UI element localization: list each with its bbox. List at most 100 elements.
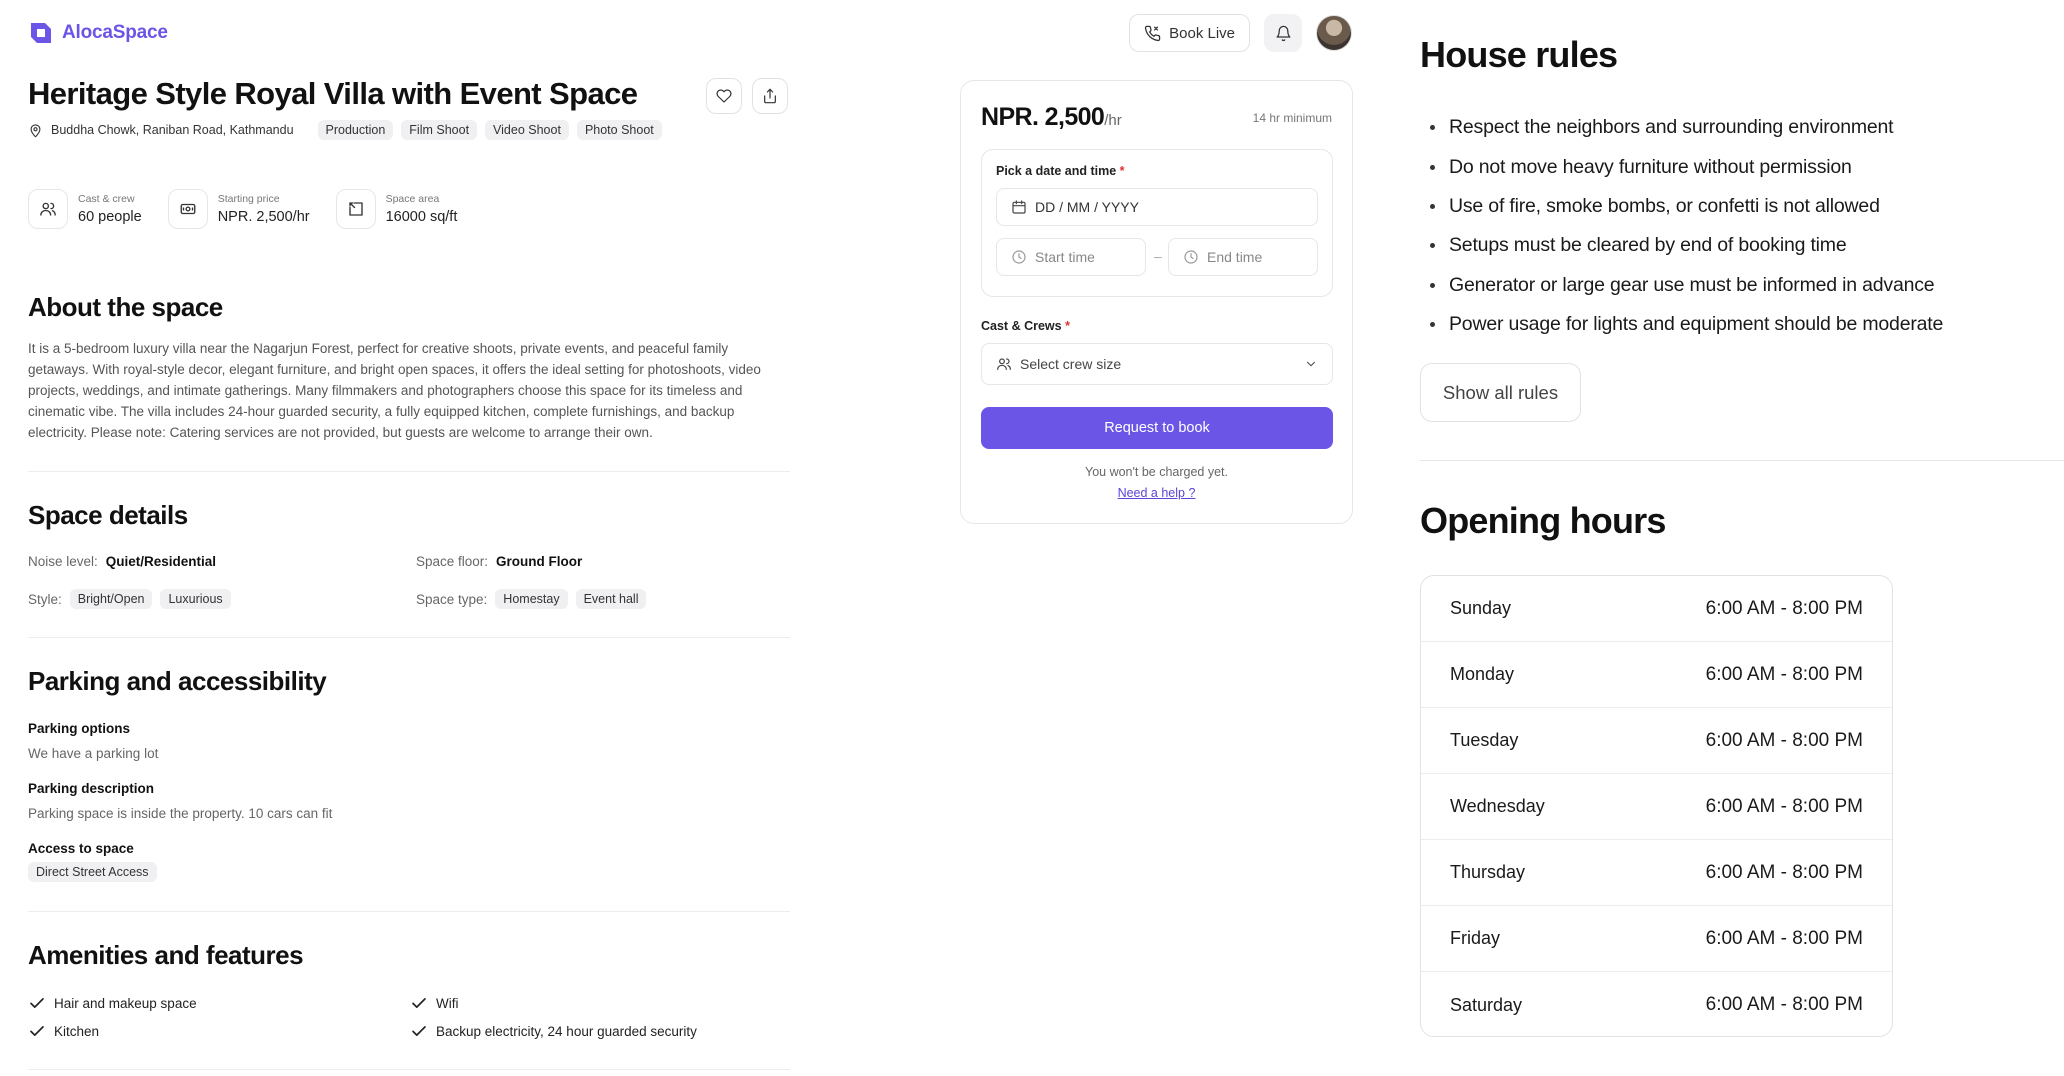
location-text: Buddha Chowk, Raniban Road, Kathmandu [51,123,294,137]
space-floor-row: Space floor: Ground Floor [416,554,582,569]
stat-space-area: Space area 16000 sq/ft [335,189,458,229]
style-tag: Bright/Open [69,589,153,609]
charge-note: You won't be charged yet. [1085,465,1228,479]
bullet-icon [1430,164,1435,170]
style-tag: Luxurious [160,589,231,609]
access-tag: Direct Street Access [28,862,157,882]
price-amount: NPR. 2,500 [981,103,1105,131]
stat-label: Cast & crew [78,192,135,205]
bullet-icon [1430,322,1435,328]
rule-item: Setups must be cleared by end of booking… [1430,226,1943,265]
amenities-heading: Amenities and features [28,940,304,970]
category-tag: Film Shoot [401,120,478,140]
stat-label: Space area [385,192,440,205]
time-separator: – [1154,248,1162,264]
bullet-icon [1430,243,1435,249]
parking-options-value: We have a parking lot [28,746,159,761]
day-label: Monday [1450,664,1515,684]
amenity-label: Hair and makeup space [54,995,197,1011]
bullet-icon [1430,282,1435,288]
request-to-book-button[interactable]: Request to book [981,407,1333,449]
amenity-item: Kitchen [28,1022,99,1040]
stat-value: NPR. 2,500/hr [217,208,310,225]
hours-value: 6:00 AM - 8:00 PM [1705,597,1863,619]
rule-item: Do not move heavy furniture without perm… [1430,147,1943,186]
crew-label: Cast & Crews * [981,319,1070,333]
parking-description-label: Parking description [28,781,155,796]
notifications-button[interactable] [1264,14,1302,52]
price-unit: /hr [1104,112,1122,129]
hours-row: Monday 6:00 AM - 8:00 PM [1421,642,1892,708]
hours-row: Wednesday 6:00 AM - 8:00 PM [1421,774,1892,840]
rule-item: Generator or large gear use must be info… [1430,266,1943,305]
hours-row: Sunday 6:00 AM - 8:00 PM [1421,576,1892,642]
hours-value: 6:00 AM - 8:00 PM [1705,861,1863,883]
required-mark: * [1065,319,1070,333]
stat-value: 60 people [78,208,142,225]
parking-description-value: Parking space is inside the property. 10… [28,806,333,821]
stat-value: 16000 sq/ft [385,208,458,225]
share-icon [764,88,776,104]
day-label: Sunday [1450,598,1512,618]
top-actions: Book Live [1129,14,1352,52]
section-divider [28,1069,790,1070]
location-row: Buddha Chowk, Raniban Road, Kathmandu Pr… [28,120,662,140]
category-tag: Photo Shoot [576,120,662,140]
check-icon [412,998,426,1008]
amenity-label: Backup electricity, 24 hour guarded secu… [436,1023,697,1039]
clock-icon [1184,250,1198,264]
house-rules-heading: House rules [1420,34,1618,75]
space-details-heading: Space details [28,500,188,530]
heart-icon [716,89,732,103]
share-button[interactable] [752,78,788,114]
access-row: Direct Street Access [28,862,157,882]
section-divider [28,911,790,912]
hours-row: Tuesday 6:00 AM - 8:00 PM [1421,708,1892,774]
section-divider [28,637,790,638]
help-link[interactable]: Need a help ? [961,486,1352,500]
end-time-input[interactable]: End time [1168,238,1318,276]
opening-hours-heading: Opening hours [1420,500,1666,541]
title-actions [706,78,788,114]
booking-card: NPR. 2,500/hr 14 hr minimum Pick a date … [960,80,1353,524]
cash-icon [167,189,208,229]
day-label: Saturday [1450,994,1523,1015]
day-label: Friday [1450,928,1501,948]
end-time-placeholder: End time [1207,249,1263,265]
date-time-picker: Pick a date and time * DD / MM / YYYY St… [981,149,1333,297]
logo-icon [31,23,51,43]
space-type-row: Space type: Homestay Event hall [416,589,647,609]
hours-value: 6:00 AM - 8:00 PM [1705,795,1863,817]
book-live-button[interactable]: Book Live [1129,14,1250,52]
clock-icon [1012,250,1026,264]
date-input[interactable]: DD / MM / YYYY [996,188,1318,226]
required-mark: * [1119,164,1125,178]
section-divider [1420,460,2064,461]
crew-placeholder: Select crew size [1020,356,1122,372]
user-avatar[interactable] [1316,15,1352,51]
hours-row: Thursday 6:00 AM - 8:00 PM [1421,840,1892,906]
date-placeholder: DD / MM / YYYY [1035,199,1139,215]
hours-value: 6:00 AM - 8:00 PM [1705,994,1863,1015]
amenity-label: Kitchen [54,1023,100,1039]
crew-size-select[interactable]: Select crew size [981,343,1333,385]
date-label-text: Pick a date and time [996,164,1117,178]
parking-heading: Parking and accessibility [28,666,327,696]
brand-logo[interactable]: AlocaSpace [28,20,168,46]
rule-text: Power usage for lights and equipment sho… [1449,313,1944,336]
start-time-input[interactable]: Start time [996,238,1146,276]
style-row: Style: Bright/Open Luxurious [28,589,231,609]
show-all-rules-button[interactable]: Show all rules [1420,363,1581,422]
space-floor-label: Space floor: [416,554,489,569]
check-icon [30,1026,44,1036]
book-live-label: Book Live [1169,24,1235,42]
rule-text: Use of fire, smoke bombs, or confetti is… [1449,194,1880,217]
stat-starting-price: Starting price NPR. 2,500/hr [167,189,310,229]
check-icon [412,1026,426,1036]
stat-label: Starting price [217,192,280,205]
info-panel: House rules Respect the neighbors and su… [1380,0,2064,1076]
rule-text: Generator or large gear use must be info… [1449,273,1935,296]
minimum-hours: 14 hr minimum [1252,111,1332,125]
favorite-button[interactable] [706,78,742,114]
bell-icon [1275,25,1291,41]
